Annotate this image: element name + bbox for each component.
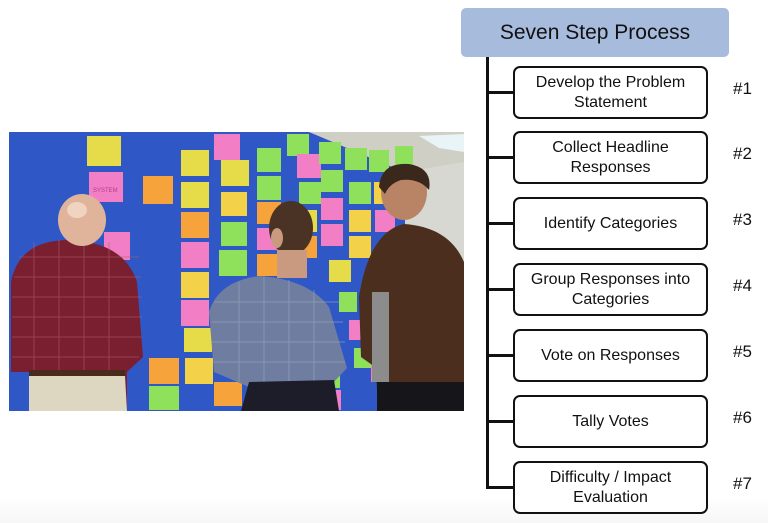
sticky-note xyxy=(87,136,121,166)
connector-branch xyxy=(486,288,514,291)
step-box: Develop the Problem Statement xyxy=(513,66,708,119)
step-label: Difficulty / Impact Evaluation xyxy=(549,468,672,506)
connector-branch xyxy=(486,486,514,489)
step-label: Identify Categories xyxy=(543,214,678,232)
sticky-note xyxy=(321,198,343,220)
sticky-note xyxy=(287,134,309,156)
sticky-note xyxy=(181,182,209,208)
step-box: Identify Categories xyxy=(513,197,708,250)
step-box: Collect Headline Responses xyxy=(513,131,708,184)
step-box: Group Responses into Categories xyxy=(513,263,708,316)
step-number: #5 xyxy=(733,342,752,361)
sticky-note xyxy=(149,386,179,410)
connector-spine xyxy=(486,57,489,489)
sticky-note xyxy=(219,250,247,276)
sticky-note xyxy=(321,224,343,246)
step-label: Group Responses into Categories xyxy=(530,270,691,308)
sticky-note xyxy=(149,358,179,384)
step-number: #1 xyxy=(733,79,752,98)
sticky-note xyxy=(181,272,209,298)
diagram-title: Seven Step Process xyxy=(461,8,729,57)
step-number: #6 xyxy=(733,408,752,427)
step-label: Collect Headline Responses xyxy=(552,138,669,176)
step-label: Develop the Problem Statement xyxy=(535,73,686,111)
step-box: Tally Votes xyxy=(513,395,708,448)
sticky-note xyxy=(143,176,173,204)
sticky-note xyxy=(339,292,357,312)
photo-illustration: SYSTEM xyxy=(11,132,464,411)
connector-branch xyxy=(486,222,514,225)
step-box: Vote on Responses xyxy=(513,329,708,382)
step-label: Tally Votes xyxy=(572,412,649,430)
sticky-note xyxy=(299,182,321,204)
sticky-note xyxy=(214,134,240,160)
step-number: #2 xyxy=(733,144,752,163)
sticky-note xyxy=(89,172,123,202)
sticky-note xyxy=(297,154,321,178)
sticky-note xyxy=(221,160,249,186)
team-photo: SYSTEM xyxy=(9,132,464,411)
step-number: #4 xyxy=(733,276,752,295)
sticky-note xyxy=(221,222,247,246)
sticky-note xyxy=(181,242,209,268)
sticky-note xyxy=(214,382,242,406)
connector-branch xyxy=(486,420,514,423)
person-bald-man xyxy=(11,194,143,411)
sticky-note xyxy=(181,300,209,326)
sticky-note xyxy=(257,148,281,172)
sticky-note xyxy=(181,212,209,238)
step-box: Difficulty / Impact Evaluation xyxy=(513,461,708,514)
sticky-note xyxy=(369,150,389,172)
step-number: #7 xyxy=(733,474,752,493)
sticky-note xyxy=(329,260,351,282)
sticky-note xyxy=(319,142,341,164)
connector-branch xyxy=(486,354,514,357)
step-label: Vote on Responses xyxy=(541,346,680,364)
sticky-note xyxy=(221,192,247,216)
connector-branch xyxy=(486,91,514,94)
sticky-note xyxy=(185,358,213,384)
sticky-note xyxy=(321,170,343,192)
sticky-note xyxy=(349,236,371,258)
connector-branch xyxy=(486,156,514,159)
sticky-note xyxy=(345,148,367,170)
sticky-note xyxy=(181,150,209,176)
sticky-note xyxy=(184,328,212,352)
sticky-note xyxy=(349,182,371,204)
sticky-note xyxy=(349,210,371,232)
sticky-note-text: SYSTEM xyxy=(93,188,118,194)
sticky-note xyxy=(257,176,281,200)
step-number: #3 xyxy=(733,210,752,229)
